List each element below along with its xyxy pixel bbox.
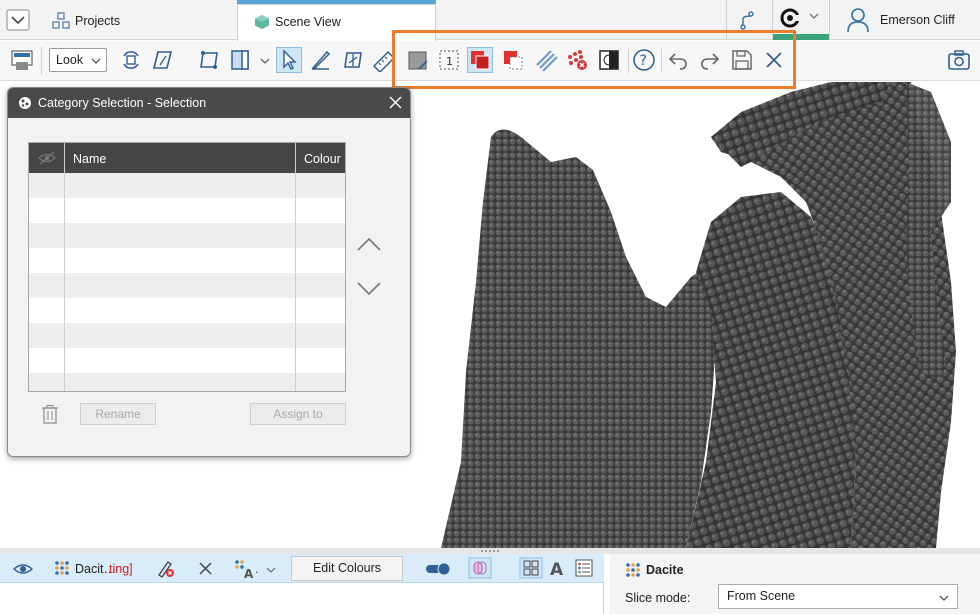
draw-plane-icon[interactable] [150,47,176,73]
table-row[interactable] [29,173,345,198]
svg-text:A: A [244,567,254,579]
table-row[interactable] [29,323,345,348]
slice-mode-value: From Scene [727,589,796,603]
chevron-down-icon [939,595,949,601]
chevron-down-icon[interactable] [6,9,30,31]
select-pointer-icon[interactable] [276,47,302,73]
colour-by-attribute-icon[interactable]: A [234,559,256,579]
move-plane-icon[interactable] [340,47,366,73]
column-header-name[interactable]: Name [73,152,106,166]
column-divider [64,143,65,391]
seequent-logo-icon[interactable] [780,8,800,28]
legend-list-icon[interactable] [575,559,593,577]
branch-icon[interactable] [740,10,754,30]
close-icon[interactable] [198,561,213,576]
pen-remove-icon[interactable] [156,559,176,579]
dacite-block-model[interactable] [411,82,980,548]
column-header-colour[interactable]: Colour [304,152,341,166]
user-avatar-icon[interactable] [846,7,870,33]
category-selection-dialog: Category Selection - Selection Name Colo… [7,87,411,457]
active-tab-indicator [237,0,436,4]
table-row[interactable] [29,373,345,391]
transparency-icon[interactable] [468,557,492,579]
look-dropdown-label: Look [56,53,84,67]
table-row[interactable] [29,348,345,373]
chevron-down-icon [91,58,101,64]
points-icon [625,562,641,578]
close-icon[interactable] [389,96,402,109]
eye-icon[interactable] [13,562,33,576]
chevron-down-icon[interactable] [809,12,819,20]
table-row[interactable] [29,223,345,248]
move-up-icon[interactable] [356,236,382,252]
attribute-ellipsis: . [255,562,259,576]
grid-layout-icon[interactable] [519,557,543,579]
divider [829,0,830,40]
text-label-icon[interactable]: A [549,559,567,577]
table-header: Name Colour [29,143,345,173]
scene-3d-view[interactable] [411,82,980,548]
slice-mode-label: Slice mode: [625,591,691,605]
chevron-down-icon[interactable] [260,57,270,65]
assign-to-button[interactable]: Assign to [250,403,346,425]
tab-scene-view-label: Scene View [275,15,341,29]
scene-view-icon [254,14,270,30]
look-dropdown[interactable]: Look [49,48,107,72]
box-view-icon[interactable] [228,47,254,73]
highlight-selection-tools [392,30,796,89]
svg-text:A: A [550,560,564,577]
category-table[interactable]: Name Colour [28,142,346,392]
selected-object-row[interactable]: Dacit… ting] A . Edit Colours A [0,554,604,583]
points-icon [54,560,70,576]
table-row[interactable] [29,298,345,323]
rotate-view-icon[interactable] [118,47,144,73]
slice-mode-dropdown[interactable]: From Scene [718,584,958,609]
tab-projects[interactable]: Projects [75,14,120,28]
chevron-down-icon[interactable] [266,566,276,574]
divider [41,47,42,75]
dialog-title: Category Selection - Selection [38,96,207,110]
delete-trash-icon[interactable] [41,404,59,424]
shape-list-panel: Dacit… ting] A . Edit Colours A [0,554,604,614]
properties-panel: Dacite Slice mode: From Scene [610,554,980,614]
move-down-icon[interactable] [356,281,382,297]
draw-line-icon[interactable] [308,47,334,73]
table-row[interactable] [29,248,345,273]
rename-button[interactable]: Rename [80,403,156,425]
selection-dialog-icon [18,96,32,110]
user-name[interactable]: Emerson Cliff [880,13,955,27]
visibility-hidden-icon[interactable] [38,151,56,165]
scene-list-icon[interactable] [9,47,35,73]
table-row[interactable] [29,198,345,223]
properties-title: Dacite [646,563,684,577]
object-name-suffix: ting] [109,562,133,576]
toggle-switch-icon[interactable] [425,562,451,576]
column-divider [295,143,296,391]
camera-icon[interactable] [946,47,972,73]
grip-icon [481,550,499,552]
dialog-title-bar[interactable]: Category Selection - Selection [8,88,410,118]
table-row[interactable] [29,273,345,298]
projects-icon [52,12,70,30]
edit-colours-button[interactable]: Edit Colours [291,556,403,581]
slice-icon[interactable] [196,47,222,73]
